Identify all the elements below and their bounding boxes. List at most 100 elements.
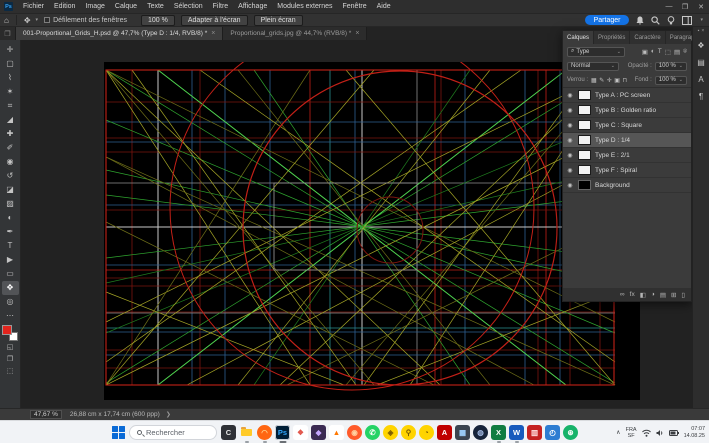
path-selection-tool[interactable]: ▶ [2, 253, 19, 267]
dock-mini-icon[interactable]: × [701, 28, 704, 34]
scroll-all-windows-checkbox[interactable] [44, 17, 50, 23]
layer-row[interactable]: ◉Type E : 2/1 [563, 148, 691, 163]
language-indicator[interactable]: FRASF [626, 427, 637, 439]
menu-fen-tre[interactable]: Fenêtre [338, 3, 372, 10]
dock-mini-icon[interactable]: ▪ [698, 28, 700, 34]
filter-pixel-icon[interactable]: ▣ [642, 48, 648, 56]
fullscreen-button[interactable]: Plein écran [254, 15, 303, 26]
dock-paragraph-icon[interactable]: ¶ [695, 90, 708, 103]
maximize-button[interactable]: ❐ [677, 3, 693, 11]
home-icon[interactable]: ⌂ [0, 16, 13, 25]
zoom-100-button[interactable]: 100 % [141, 15, 175, 26]
menu-aide[interactable]: Aide [372, 3, 396, 10]
taskbar-icon-firefox[interactable]: ◠ [257, 425, 272, 440]
panel-tab-caract-re[interactable]: Caractère [630, 31, 665, 44]
healing-brush-tool[interactable]: ✚ [2, 127, 19, 141]
eyedropper-tool[interactable]: ◢ [2, 113, 19, 127]
filter-pin-icon[interactable]: ⍟ [683, 48, 687, 56]
dock-character-icon[interactable]: A [695, 73, 708, 86]
opacity-select[interactable]: 100 % ⌄ [655, 62, 687, 71]
layer-row[interactable]: ◉Type C : Square [563, 118, 691, 133]
bell-icon[interactable] [636, 16, 644, 25]
new-layer-icon[interactable]: ⊞ [671, 291, 676, 299]
menu-modules-externes[interactable]: Modules externes [272, 3, 337, 10]
layer-row[interactable]: ◉Background [563, 178, 691, 193]
search-icon[interactable] [651, 16, 660, 25]
lock-transparency-icon[interactable]: ▦ [591, 77, 597, 84]
taskbar-icon-paint[interactable]: ◴ [545, 425, 560, 440]
layer-filter-select[interactable]: ⌕ Type ⌄ [567, 47, 625, 57]
filter-smart-icon[interactable]: ▤ [674, 48, 680, 56]
close-icon[interactable]: × [355, 30, 359, 37]
menu-affichage[interactable]: Affichage [233, 3, 272, 10]
pen-tool[interactable]: ✒ [2, 225, 19, 239]
taskbar-icon-photos[interactable]: ❖ [293, 425, 308, 440]
zoom-tool[interactable]: ◎ [2, 295, 19, 309]
filter-shape-icon[interactable]: ⬚ [665, 48, 671, 56]
taskbar-icon-app-yellow-2[interactable]: ⚲ [401, 425, 416, 440]
shape-tool[interactable]: ▭ [2, 267, 19, 281]
layer-row[interactable]: ◉Type B : Golden ratio [563, 103, 691, 118]
visibility-eye-icon[interactable]: ◉ [566, 137, 574, 144]
panel-tab-calques[interactable]: Calques [563, 31, 594, 44]
layer-style-icon[interactable]: fx [630, 291, 635, 298]
foreground-color-swatch[interactable] [2, 325, 12, 335]
share-button[interactable]: Partager [585, 15, 630, 25]
link-layers-icon[interactable]: ∞ [620, 291, 625, 298]
lock-pixels-icon[interactable]: ✎ [599, 77, 604, 84]
screen-mode-icon[interactable]: ❐ [2, 353, 19, 365]
taskbar-icon-excel[interactable]: X [491, 425, 506, 440]
wifi-icon[interactable] [642, 429, 651, 437]
gradient-tool[interactable]: ▨ [2, 197, 19, 211]
layer-mask-icon[interactable]: ◧ [640, 291, 646, 299]
taskbar-icon-photoshop[interactable]: Ps [275, 425, 290, 440]
layer-row[interactable]: ◉Type A : PC screen [563, 88, 691, 103]
edit-toolbar-icon[interactable]: ⬚ [2, 365, 19, 377]
lock-artboard-icon[interactable]: ▣ [614, 77, 620, 84]
dock-layers-icon[interactable]: ❖ [695, 39, 708, 52]
layer-group-icon[interactable]: ▤ [660, 291, 666, 299]
document-tab[interactable]: Proportional_grids.jpg @ 44,7% (RVB/8) *… [223, 27, 367, 40]
delete-layer-icon[interactable]: ▯ [681, 291, 685, 299]
move-tool[interactable]: ✛ [2, 43, 19, 57]
menu-s-lection[interactable]: Sélection [169, 3, 208, 10]
taskbar-icon-whatsapp[interactable]: ✆ [365, 425, 380, 440]
marquee-tool[interactable]: ▢ [2, 57, 19, 71]
blend-mode-select[interactable]: Normal ⌄ [567, 62, 619, 71]
brush-tool[interactable]: ✐ [2, 141, 19, 155]
visibility-eye-icon[interactable]: ◉ [566, 92, 574, 99]
quick-selection-tool[interactable]: ✶ [2, 85, 19, 99]
taskbar-icon-calculator[interactable]: ▦ [455, 425, 470, 440]
minimize-button[interactable]: — [661, 3, 677, 11]
taskbar-icon-app-flame[interactable]: ◉ [347, 425, 362, 440]
menu-filtre[interactable]: Filtre [208, 3, 234, 10]
history-brush-tool[interactable]: ↺ [2, 169, 19, 183]
menu-fichier[interactable]: Fichier [18, 3, 49, 10]
quick-mask-icon[interactable]: ◱ [2, 341, 19, 353]
workspace-layout-icon[interactable] [682, 16, 692, 25]
menu-image[interactable]: Image [80, 3, 109, 10]
type-tool[interactable]: T [2, 239, 19, 253]
clone-stamp-tool[interactable]: ◉ [2, 155, 19, 169]
taskbar-icon-acrobat[interactable]: A [437, 425, 452, 440]
fit-screen-button[interactable]: Adapter à l'écran [181, 15, 248, 26]
visibility-eye-icon[interactable]: ◉ [566, 152, 574, 159]
volume-icon[interactable] [656, 429, 664, 437]
filter-adjustment-icon[interactable]: ◐ [651, 48, 655, 56]
menu-edition[interactable]: Edition [49, 3, 80, 10]
visibility-eye-icon[interactable]: ◉ [566, 167, 574, 174]
start-button[interactable] [112, 426, 125, 439]
lock-position-icon[interactable]: ✛ [607, 77, 612, 84]
workspace-icon[interactable]: ❐ [0, 27, 16, 40]
close-icon[interactable]: × [211, 30, 215, 37]
taskbar-icon-app-red[interactable]: ▥ [527, 425, 542, 440]
lightbulb-icon[interactable] [667, 16, 675, 25]
close-button[interactable]: ✕ [693, 3, 709, 11]
visibility-eye-icon[interactable]: ◉ [566, 122, 574, 129]
panel-tab-propri-t-s[interactable]: Propriétés [594, 31, 630, 44]
lasso-tool[interactable]: ⌇ [2, 71, 19, 85]
taskbar-icon-app-code[interactable]: C [221, 425, 236, 440]
menu-calque[interactable]: Calque [110, 3, 142, 10]
fill-select[interactable]: 100 % ⌄ [655, 76, 687, 85]
eraser-tool[interactable]: ◪ [2, 183, 19, 197]
